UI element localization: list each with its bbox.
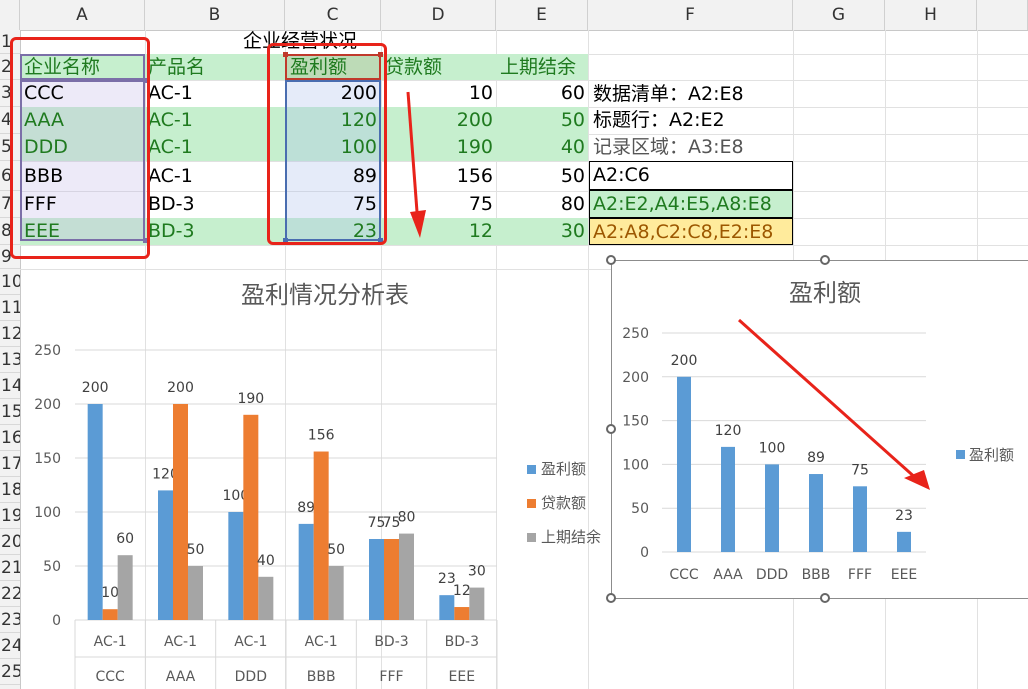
annotation-arrow (406, 91, 420, 226)
arrow-head (410, 210, 426, 238)
annotation-arrow (738, 318, 919, 482)
arrow-head (904, 470, 930, 490)
annotation-arrows (406, 91, 930, 490)
